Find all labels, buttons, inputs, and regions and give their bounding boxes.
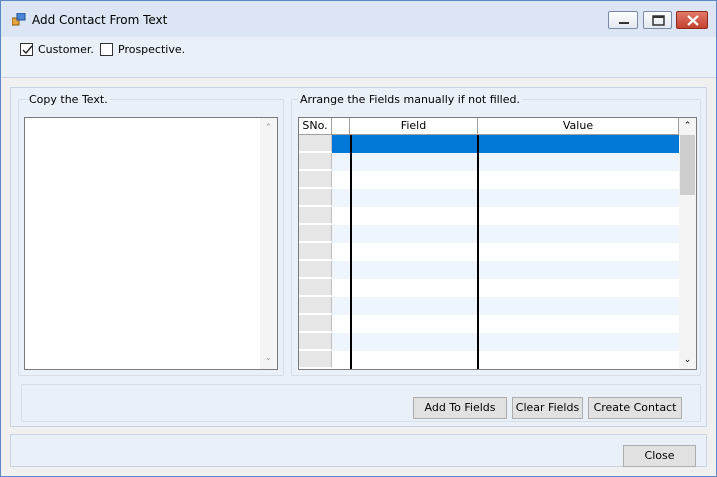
table-row[interactable] <box>332 189 679 207</box>
table-row[interactable] <box>332 333 679 351</box>
arrange-fields-label: Arrange the Fields manually if not fille… <box>298 93 522 106</box>
minimize-button[interactable] <box>608 11 638 29</box>
table-row[interactable] <box>332 351 679 369</box>
customer-checkbox[interactable] <box>20 43 33 56</box>
column-header-value[interactable]: Value <box>478 118 679 135</box>
table-row[interactable] <box>332 315 679 333</box>
column-header-blank[interactable] <box>332 118 350 135</box>
row-header[interactable] <box>299 351 332 368</box>
row-header[interactable] <box>299 333 332 350</box>
row-header[interactable] <box>299 135 332 152</box>
add-contact-window: Add Contact From Text Customer. Prospect… <box>0 0 717 477</box>
footer-bar <box>10 434 707 467</box>
scroll-up-icon[interactable]: ⌃ <box>260 120 277 137</box>
options-panel: Customer. Prospective. <box>1 37 716 78</box>
table-row[interactable] <box>332 297 679 315</box>
table-row[interactable] <box>332 135 679 153</box>
customer-label: Customer. <box>38 43 94 56</box>
row-header[interactable] <box>299 243 332 260</box>
grid-scroll-up-icon[interactable]: ⌃ <box>679 118 696 135</box>
clear-fields-button[interactable]: Clear Fields <box>512 397 583 419</box>
row-header[interactable] <box>299 171 332 188</box>
row-header[interactable] <box>299 297 332 314</box>
row-header[interactable] <box>299 225 332 242</box>
close-button[interactable]: Close <box>623 445 696 467</box>
minimize-icon <box>619 22 629 24</box>
row-header[interactable] <box>299 315 332 332</box>
app-icon <box>12 13 26 26</box>
close-window-button[interactable] <box>676 11 708 29</box>
table-row[interactable] <box>332 207 679 225</box>
prospective-label: Prospective. <box>118 43 186 56</box>
title-bar: Add Contact From Text <box>1 1 716 37</box>
row-header[interactable] <box>299 189 332 206</box>
close-icon <box>687 15 699 26</box>
grid-scroll-thumb[interactable] <box>680 135 695 195</box>
table-row[interactable] <box>332 153 679 171</box>
table-row[interactable] <box>332 225 679 243</box>
add-to-fields-button[interactable]: Add To Fields <box>413 397 507 419</box>
grid-scroll-down-icon[interactable]: ⌄ <box>679 352 696 369</box>
create-contact-button[interactable]: Create Contact <box>588 397 682 419</box>
table-row[interactable] <box>332 261 679 279</box>
checkmark-icon <box>22 45 33 55</box>
row-header[interactable] <box>299 207 332 224</box>
fields-grid[interactable]: SNo. Field Value ⌃ ⌄ <box>298 117 697 370</box>
column-header-sno[interactable]: SNo. <box>299 118 332 135</box>
copy-text-label: Copy the Text. <box>27 93 110 106</box>
copy-text-input[interactable]: ⌃ ⌄ <box>24 117 278 370</box>
table-row[interactable] <box>332 171 679 189</box>
row-header[interactable] <box>299 153 332 170</box>
text-scrollbar[interactable]: ⌃ ⌄ <box>260 118 277 369</box>
row-header[interactable] <box>299 261 332 278</box>
maximize-button[interactable] <box>643 11 672 29</box>
value-column-divider <box>477 135 479 369</box>
window-title: Add Contact From Text <box>32 13 168 27</box>
column-header-field[interactable]: Field <box>350 118 478 135</box>
field-column-divider <box>350 135 352 369</box>
scroll-down-icon[interactable]: ⌄ <box>260 350 277 367</box>
grid-scrollbar[interactable]: ⌃ ⌄ <box>679 118 696 369</box>
table-row[interactable] <box>332 279 679 297</box>
prospective-checkbox[interactable] <box>100 43 113 56</box>
table-row[interactable] <box>332 243 679 261</box>
row-header[interactable] <box>299 279 332 296</box>
maximize-icon <box>652 15 665 26</box>
